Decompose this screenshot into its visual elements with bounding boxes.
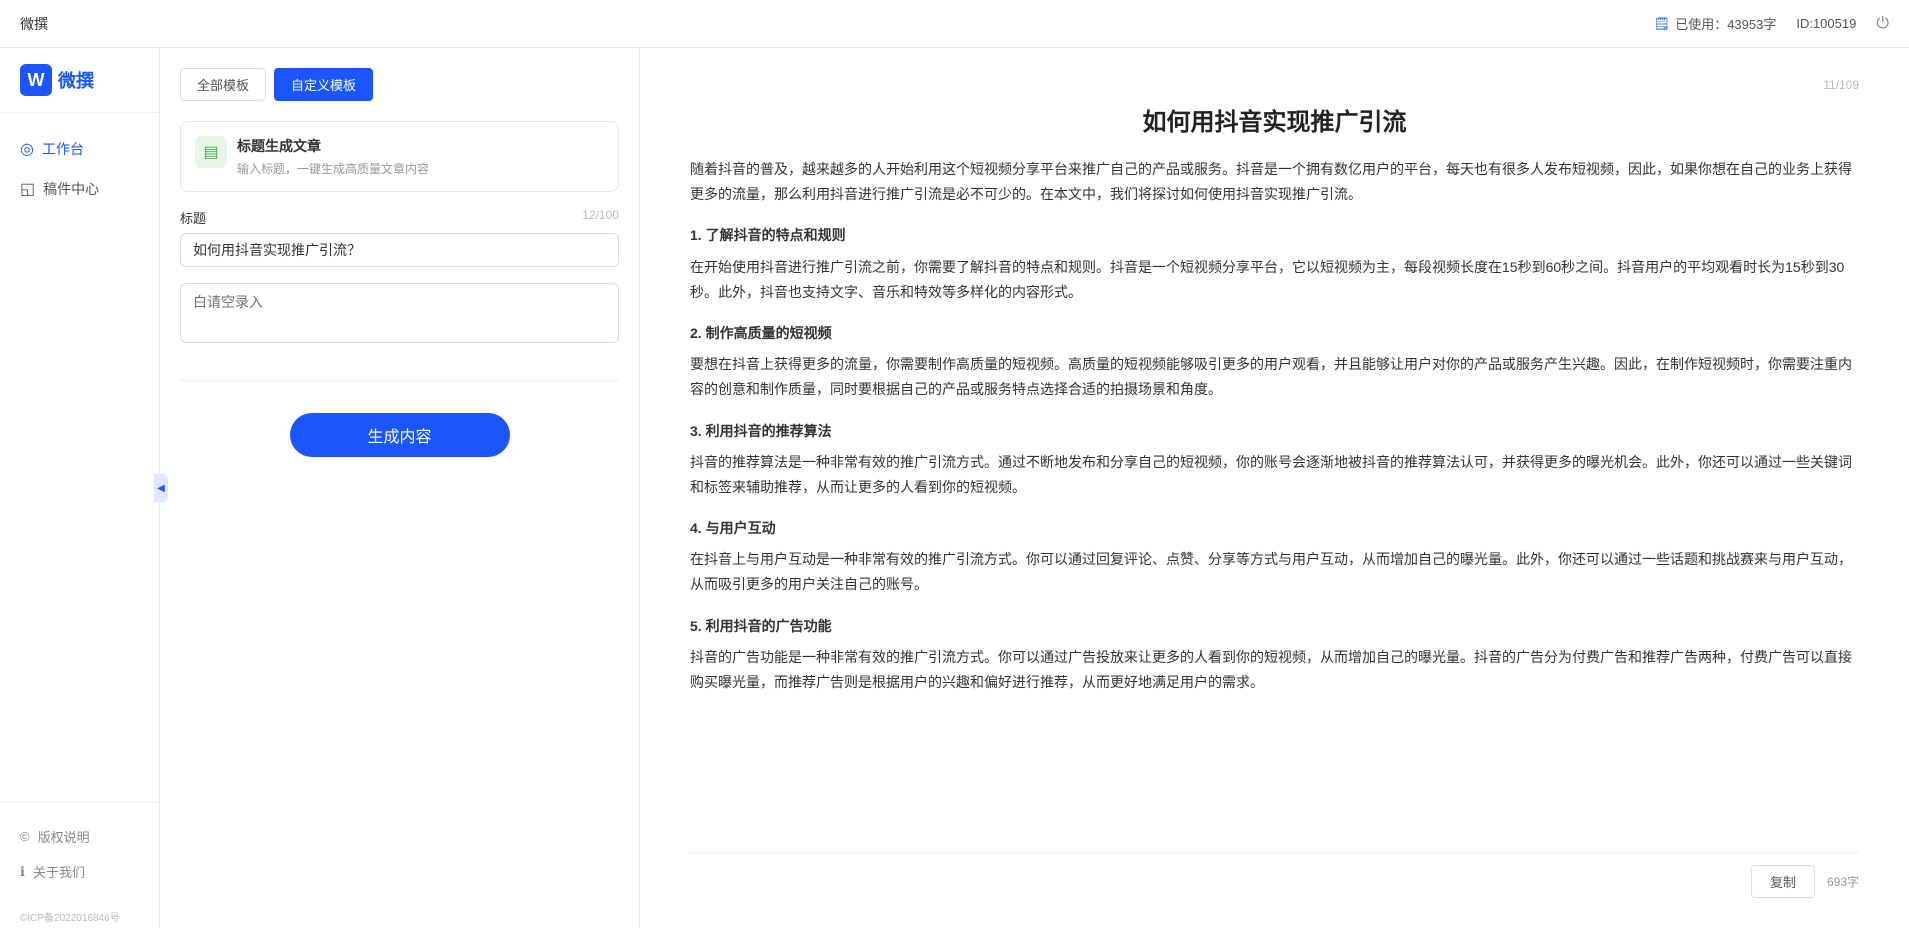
document-icon: 🗒 — [1654, 16, 1671, 32]
article-para-10: 抖音的广告功能是一种非常有效的推广引流方式。你可以通过广告投放来让更多的人看到你… — [690, 645, 1859, 695]
sidebar-nav: ◎ 工作台 ◱ 稿件中心 — [0, 113, 159, 225]
generate-btn[interactable]: 生成内容 — [290, 413, 510, 457]
article-section-5: 3. 利用抖音的推荐算法 — [690, 419, 1859, 444]
template-card-icon: ▤ — [195, 136, 227, 168]
template-desc: 输入标题，一键生成高质量文章内容 — [237, 160, 429, 177]
sidebar-item-about[interactable]: ℹ 关于我们 — [0, 854, 159, 889]
left-panel: 全部模板 自定义模板 ▤ 标题生成文章 输入标题，一键生成高质量文章内容 标题 … — [160, 48, 640, 928]
sidebar-item-copyright[interactable]: © 版权说明 — [0, 819, 159, 854]
textarea-form-section — [180, 283, 619, 348]
content-area: 全部模板 自定义模板 ▤ 标题生成文章 输入标题，一键生成高质量文章内容 标题 … — [160, 48, 1909, 928]
copyright-icon: © — [20, 829, 30, 844]
article-body: 随着抖音的普及，越来越多的人开始利用这个短视频分享平台来推广自己的产品或服务。抖… — [690, 157, 1859, 844]
sidebar: W 微撰 ◎ 工作台 ◱ 稿件中心 © 版权说明 — [0, 48, 160, 928]
power-icon[interactable]: ⏻ — [1876, 15, 1889, 33]
article-para-2: 在开始使用抖音进行推广引流之前，你需要了解抖音的特点和规则。抖音是一个短视频分享… — [690, 255, 1859, 305]
title-input[interactable] — [180, 233, 619, 267]
icp-text: ©ICP备2022016846号 — [0, 905, 159, 928]
user-id: ID:100519 — [1796, 16, 1856, 31]
article-title: 如何用抖音实现推广引流 — [690, 102, 1859, 137]
template-card[interactable]: ▤ 标题生成文章 输入标题，一键生成高质量文章内容 — [180, 121, 619, 192]
about-icon: ℹ — [20, 864, 25, 880]
article-para-0: 随着抖音的普及，越来越多的人开始利用这个短视频分享平台来推广自己的产品或服务。抖… — [690, 157, 1859, 207]
right-panel: 11/109 如何用抖音实现推广引流 随着抖音的普及，越来越多的人开始利用这个短… — [640, 48, 1909, 928]
sidebar-item-label: 工作台 — [42, 139, 84, 159]
content-textarea[interactable] — [180, 283, 619, 343]
usage-info: 🗒 已使用：43953字 — [1654, 14, 1777, 33]
topbar-title: 微撰 — [20, 14, 48, 34]
word-count: 693字 — [1827, 873, 1859, 890]
sidebar-collapse-btn[interactable]: ◀ — [154, 474, 168, 502]
logo-icon: W — [20, 64, 52, 96]
title-label: 标题 — [180, 208, 206, 227]
form-divider — [180, 380, 619, 381]
tab-custom-templates[interactable]: 自定义模板 — [274, 68, 373, 101]
sidebar-item-drafts[interactable]: ◱ 稿件中心 — [0, 169, 159, 209]
topbar: 微撰 🗒 已使用：43953字 ID:100519 ⏻ — [0, 0, 1909, 48]
title-char-count: 12/100 — [582, 208, 619, 227]
title-form-section: 标题 12/100 — [180, 208, 619, 267]
drafts-icon: ◱ — [20, 179, 35, 199]
article-section-3: 2. 制作高质量的短视频 — [690, 321, 1859, 346]
main-layout: W 微撰 ◎ 工作台 ◱ 稿件中心 © 版权说明 — [0, 48, 1909, 928]
sidebar-item-label: 稿件中心 — [43, 179, 99, 199]
article-para-4: 要想在抖音上获得更多的流量，你需要制作高质量的短视频。高质量的短视频能够吸引更多… — [690, 352, 1859, 402]
template-tabs: 全部模板 自定义模板 — [180, 68, 619, 101]
article-footer: 复制 693字 — [690, 852, 1859, 898]
article-section-7: 4. 与用户互动 — [690, 516, 1859, 541]
template-card-info: 标题生成文章 输入标题，一键生成高质量文章内容 — [237, 136, 429, 177]
about-label: 关于我们 — [33, 862, 85, 881]
sidebar-item-workbench[interactable]: ◎ 工作台 — [0, 129, 159, 169]
usage-text: 已使用：43953字 — [1675, 14, 1776, 33]
copy-button[interactable]: 复制 — [1751, 865, 1815, 898]
tab-all-templates[interactable]: 全部模板 — [180, 68, 266, 101]
article-section-1: 1. 了解抖音的特点和规则 — [690, 223, 1859, 248]
sidebar-bottom: © 版权说明 ℹ 关于我们 — [0, 802, 159, 905]
template-name: 标题生成文章 — [237, 136, 429, 156]
page-count: 11/109 — [690, 78, 1859, 92]
logo-text: 微撰 — [58, 67, 94, 93]
workbench-icon: ◎ — [20, 139, 34, 159]
copyright-label: 版权说明 — [38, 827, 90, 846]
article-para-6: 抖音的推荐算法是一种非常有效的推广引流方式。通过不断地发布和分享自己的短视频，你… — [690, 450, 1859, 500]
topbar-right: 🗒 已使用：43953字 ID:100519 ⏻ — [1654, 14, 1889, 33]
sidebar-logo: W 微撰 — [0, 48, 159, 113]
article-section-9: 5. 利用抖音的广告功能 — [690, 614, 1859, 639]
title-label-row: 标题 12/100 — [180, 208, 619, 227]
article-para-8: 在抖音上与用户互动是一种非常有效的推广引流方式。你可以通过回复评论、点赞、分享等… — [690, 547, 1859, 597]
